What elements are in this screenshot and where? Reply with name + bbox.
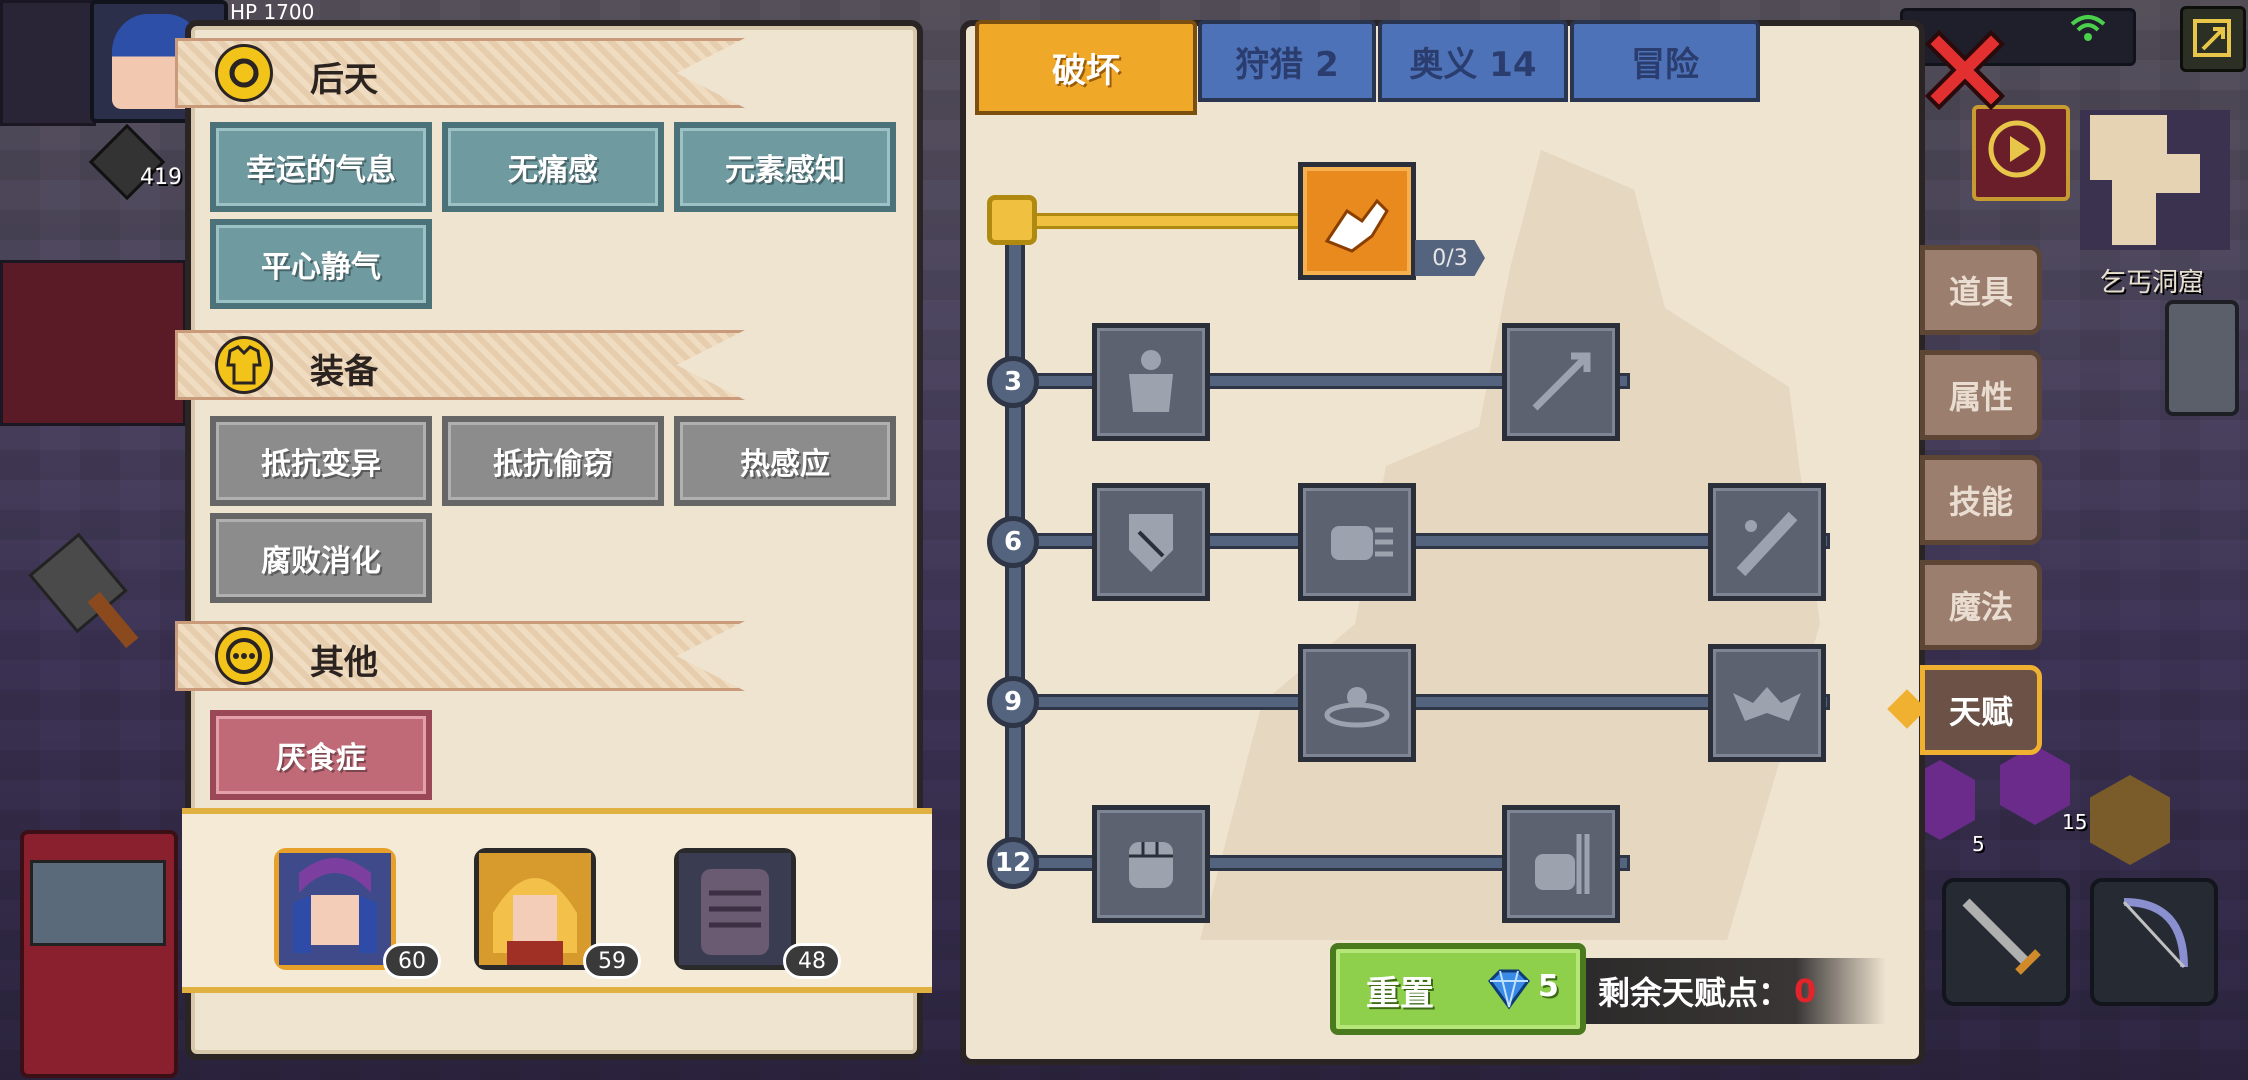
play-button[interactable] (1972, 105, 2070, 201)
fist-dash-icon (1331, 526, 1393, 560)
section-header-equipment: 装备 (175, 330, 745, 400)
expand-icon (2193, 19, 2231, 57)
handshake-icon (1324, 198, 1389, 253)
tier-node: 3 (987, 356, 1039, 408)
wall-decor (0, 260, 186, 426)
tier-node: 6 (987, 516, 1039, 568)
fist-wall-icon (1535, 834, 1590, 894)
remaining-points: 剩余天赋点： 0 (1586, 958, 1886, 1024)
tier-node: 9 (987, 676, 1039, 728)
talent-shield-break[interactable] (1092, 483, 1210, 601)
party-level-badge: 60 (383, 943, 441, 979)
trait-chip[interactable]: 平心静气 (210, 219, 432, 309)
play-icon (1988, 120, 2046, 178)
tree-branch (1030, 213, 1308, 229)
circle-dots-icon (215, 627, 273, 685)
chest-lid (30, 860, 166, 946)
close-icon[interactable] (1925, 30, 2005, 110)
reset-button[interactable]: 重置 5 (1330, 943, 1586, 1035)
trait-chip[interactable]: 热感应 (674, 416, 896, 506)
tab-destroy[interactable]: 破坏 (975, 20, 1197, 115)
badge-count: 15 (2062, 810, 2088, 834)
party-level-badge: 59 (583, 943, 641, 979)
trait-chip[interactable]: 腐败消化 (210, 513, 432, 603)
section-title: 装备 (310, 352, 378, 392)
party-member[interactable]: 48 (674, 848, 841, 979)
trait-chip[interactable]: 幸运的气息 (210, 122, 432, 212)
remaining-points-value: 0 (1794, 972, 1817, 1010)
tab-adventure[interactable]: 冒险 (1570, 20, 1760, 102)
party-member[interactable]: 60 (274, 848, 441, 979)
giant-icon (1129, 350, 1173, 412)
talent-progress: 0/3 (1415, 240, 1485, 276)
sword-icon (1962, 898, 2041, 975)
hero-portrait-icon (479, 853, 591, 965)
trait-chip[interactable]: 抵抗偷窃 (442, 416, 664, 506)
reset-label: 重置 (1366, 974, 1434, 1014)
remaining-points-label: 剩余天赋点： (1598, 974, 1791, 1012)
reset-cost: 5 (1538, 969, 1559, 1004)
talent-fist-dash[interactable] (1298, 483, 1416, 601)
talent-bat[interactable] (1708, 644, 1826, 762)
section-header-acquired: 后天 (175, 38, 745, 108)
ripple-icon (1324, 687, 1390, 728)
section-title: 后天 (310, 60, 378, 100)
side-tab-skills[interactable]: 技能 (1920, 455, 2042, 545)
talent-handshake[interactable] (1298, 162, 1416, 280)
party-level-badge: 48 (783, 943, 841, 979)
trait-chip[interactable]: 抵抗变异 (210, 416, 432, 506)
talent-arrow[interactable] (1502, 323, 1620, 441)
badge-count: 5 (1972, 832, 1985, 856)
level-count: 419 (140, 165, 182, 190)
side-tab-attributes[interactable]: 属性 (1920, 350, 2042, 440)
party-bar: 60 59 48 (182, 808, 932, 993)
shield-break-icon (1129, 514, 1173, 572)
diamond-icon (1488, 969, 1530, 1010)
talent-ripple[interactable] (1298, 644, 1416, 762)
swirl-icon (215, 44, 273, 102)
expand-button[interactable] (2180, 6, 2246, 72)
bat-icon (1733, 687, 1801, 721)
map-name: 乞丐洞窟 (2100, 268, 2205, 298)
monster-portrait-icon (679, 853, 791, 965)
wifi-icon (2070, 15, 2106, 41)
wall-decor (0, 0, 96, 126)
root-node (987, 195, 1037, 245)
section-header-other: 其他 (175, 621, 745, 691)
hero-portrait-icon (279, 853, 391, 965)
tab-mystery[interactable]: 奥义 14 (1378, 20, 1568, 102)
section-title: 其他 (310, 643, 378, 683)
bow-icon (2122, 898, 2188, 969)
trait-chip[interactable]: 元素感知 (674, 122, 896, 212)
side-tab-items[interactable]: 道具 (1920, 245, 2042, 335)
talent-fist[interactable] (1092, 805, 1210, 923)
side-tab-talents[interactable]: 天赋 (1920, 665, 2042, 755)
armor-icon (215, 336, 273, 394)
blood-blade-icon (1736, 511, 1798, 577)
talent-giant[interactable] (1092, 323, 1210, 441)
tab-hunt[interactable]: 狩猎 2 (1198, 20, 1376, 102)
talent-blood-blade[interactable] (1708, 483, 1826, 601)
trait-chip[interactable]: 无痛感 (442, 122, 664, 212)
tier-node: 12 (987, 837, 1039, 889)
fist-icon (1129, 842, 1173, 888)
sword-slot[interactable] (1942, 878, 2070, 1006)
trait-chip[interactable]: 厌食症 (210, 710, 432, 800)
arrow-icon (1532, 352, 1591, 411)
bow-slot[interactable] (2090, 878, 2218, 1006)
party-member[interactable]: 59 (474, 848, 641, 979)
side-tab-magic[interactable]: 魔法 (1920, 560, 2042, 650)
phone-icon[interactable] (2165, 300, 2239, 416)
talent-fist-wall[interactable] (1502, 805, 1620, 923)
